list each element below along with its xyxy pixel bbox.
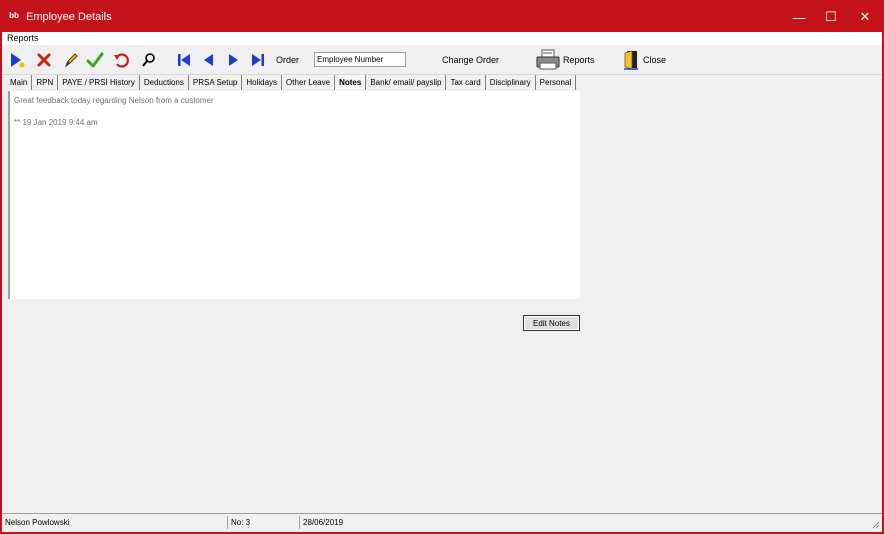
tab-prsa-setup[interactable]: PRSA Setup bbox=[188, 75, 243, 90]
tab-personal[interactable]: Personal bbox=[535, 75, 577, 90]
undo-icon bbox=[114, 53, 129, 68]
door-exit-icon bbox=[624, 50, 638, 70]
tab-strip: Main RPN PAYE / PRSI History Deductions … bbox=[6, 75, 577, 91]
tab-notes[interactable]: Notes bbox=[335, 75, 367, 90]
status-bar: Nelson Powlowski No: 3 28/06/2019 bbox=[2, 513, 882, 531]
note-text: Great feedback today regarding Nelson fr… bbox=[14, 96, 214, 105]
edit-notes-button[interactable]: Edit Notes bbox=[523, 315, 580, 331]
maximize-button[interactable]: ☐ bbox=[814, 2, 848, 32]
toolbar: Order Change Order Reports Close bbox=[2, 46, 882, 75]
undo-button[interactable] bbox=[112, 51, 130, 69]
status-date: 28/06/2019 bbox=[303, 518, 344, 527]
close-window-button[interactable]: ✕ bbox=[848, 2, 882, 32]
previous-record-button[interactable] bbox=[200, 51, 218, 69]
window-title: Employee Details bbox=[26, 11, 112, 23]
change-order-button[interactable]: Change Order bbox=[442, 55, 499, 65]
notes-textarea[interactable]: Great feedback today regarding Nelson fr… bbox=[8, 91, 580, 299]
status-employee-number: No: 3 bbox=[228, 516, 300, 529]
delete-icon bbox=[37, 53, 51, 67]
maximize-icon: ☐ bbox=[825, 9, 837, 24]
employee-details-window: bb Employee Details — ☐ ✕ Reports Order … bbox=[0, 0, 884, 534]
next-record-button[interactable] bbox=[224, 51, 242, 69]
tab-main[interactable]: Main bbox=[6, 75, 33, 90]
menu-bar: Reports bbox=[2, 32, 882, 45]
resize-grip-icon[interactable] bbox=[870, 519, 880, 529]
first-record-icon bbox=[178, 54, 190, 66]
close-icon: ✕ bbox=[859, 9, 871, 24]
save-record-button[interactable] bbox=[86, 51, 104, 69]
tab-disciplinary[interactable]: Disciplinary bbox=[485, 75, 536, 90]
previous-record-icon bbox=[204, 54, 213, 66]
minimize-button[interactable]: — bbox=[782, 2, 816, 32]
tab-holidays[interactable]: Holidays bbox=[242, 75, 283, 90]
last-record-button[interactable] bbox=[249, 51, 267, 69]
close-button[interactable] bbox=[623, 50, 639, 70]
edit-icon bbox=[64, 53, 78, 68]
order-input[interactable] bbox=[314, 52, 406, 67]
search-icon bbox=[142, 53, 155, 67]
printer-icon bbox=[536, 49, 560, 70]
tab-bank-email-payslip[interactable]: Bank/ email/ payslip bbox=[366, 75, 447, 90]
menu-reports[interactable]: Reports bbox=[7, 33, 39, 43]
tab-other-leave[interactable]: Other Leave bbox=[282, 75, 336, 90]
note-timestamp: ** 19 Jan 2019 9:44 am bbox=[14, 118, 98, 127]
title-bar[interactable]: bb Employee Details — ☐ ✕ bbox=[2, 2, 882, 32]
tab-tax-card[interactable]: Tax card bbox=[446, 75, 486, 90]
reports-button[interactable] bbox=[535, 49, 561, 71]
status-employee-name: Nelson Powlowski bbox=[2, 516, 228, 529]
minimize-icon: — bbox=[792, 9, 806, 25]
tab-paye-prsi-history[interactable]: PAYE / PRSI History bbox=[58, 75, 140, 90]
search-button[interactable] bbox=[140, 51, 158, 69]
edit-record-button[interactable] bbox=[62, 51, 80, 69]
next-record-icon bbox=[229, 54, 238, 66]
close-label[interactable]: Close bbox=[643, 55, 666, 65]
add-icon bbox=[11, 53, 25, 68]
first-record-button[interactable] bbox=[175, 51, 193, 69]
app-icon: bb bbox=[9, 11, 19, 20]
last-record-icon bbox=[252, 54, 264, 66]
reports-label[interactable]: Reports bbox=[563, 55, 595, 65]
save-icon bbox=[86, 52, 104, 68]
delete-record-button[interactable] bbox=[35, 51, 53, 69]
order-label: Order bbox=[276, 55, 300, 65]
tab-deductions[interactable]: Deductions bbox=[139, 75, 189, 90]
tab-rpn[interactable]: RPN bbox=[32, 75, 59, 90]
add-record-button[interactable] bbox=[8, 51, 26, 69]
